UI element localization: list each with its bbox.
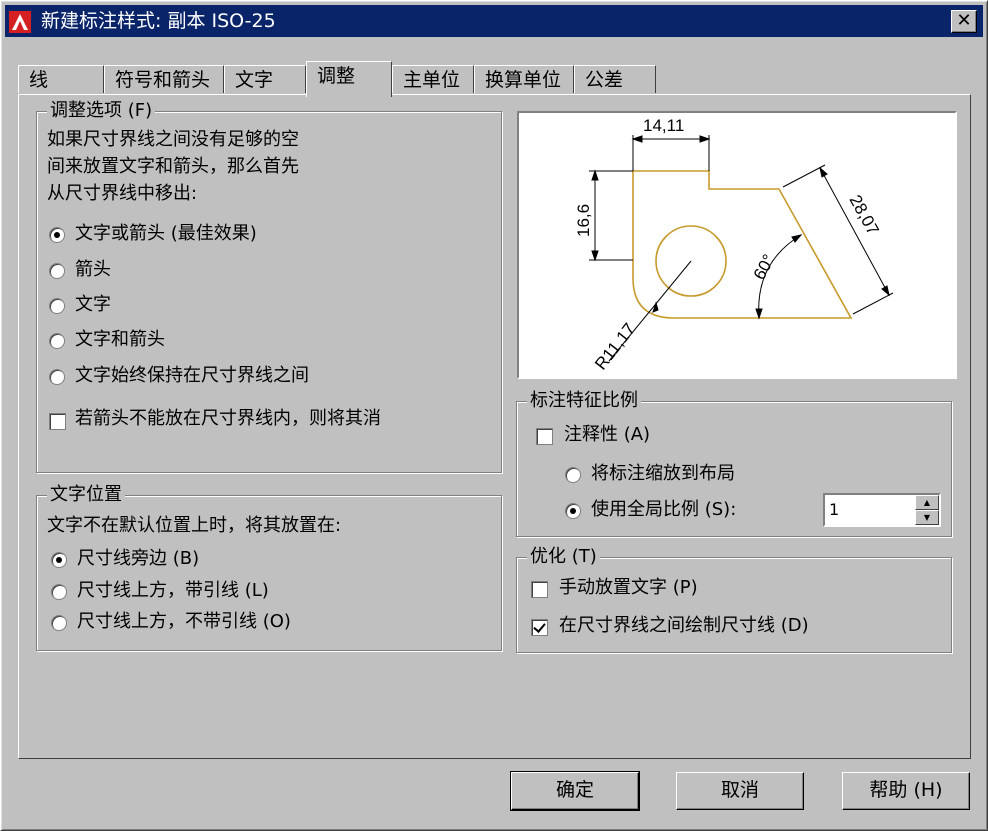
tab-symbols-arrows[interactable]: 符号和箭头 bbox=[104, 65, 224, 93]
scale-option-label[interactable]: 将标注缩放到布局 bbox=[591, 463, 735, 485]
dim-top-label: 14,11 bbox=[643, 116, 684, 135]
fit-radio-keep-text-between[interactable] bbox=[49, 369, 65, 385]
tab-tolerances[interactable]: 公差 bbox=[574, 65, 656, 93]
fit-option-label[interactable]: 箭头 bbox=[75, 259, 111, 281]
text-placement-option-label[interactable]: 尺寸线上方，带引线 (L) bbox=[77, 580, 269, 602]
text-placement-description: 文字不在默认位置上时，将其放置在: bbox=[47, 515, 342, 536]
global-scale-stepper[interactable]: 1 ▲ ▼ bbox=[823, 493, 941, 527]
window-title: 新建标注样式: 副本 ISO-25 bbox=[41, 10, 276, 32]
fine-tuning-legend: 优化 (T) bbox=[527, 546, 600, 568]
ok-button[interactable]: 确定 bbox=[510, 771, 640, 811]
draw-dim-line-checkbox[interactable] bbox=[531, 619, 548, 636]
fit-option-label[interactable]: 文字或箭头 (最佳效果) bbox=[75, 223, 257, 245]
suppress-arrows-label[interactable]: 若箭头不能放在尺寸界线内，则将其消 bbox=[75, 408, 381, 430]
global-scale-value[interactable]: 1 bbox=[829, 499, 839, 521]
manual-text-label[interactable]: 手动放置文字 (P) bbox=[559, 577, 698, 599]
tab-alternate-units[interactable]: 换算单位 bbox=[474, 65, 574, 93]
cancel-button[interactable]: 取消 bbox=[676, 772, 804, 810]
dialog-window: 新建标注样式: 副本 ISO-25 ✕ 线 符号和箭头 文字 调整 主单位 换算… bbox=[0, 0, 988, 831]
fit-options-legend: 调整选项 (F) bbox=[47, 100, 156, 122]
scale-option-label[interactable]: 使用全局比例 (S): bbox=[591, 499, 736, 521]
preview-shape bbox=[632, 170, 853, 319]
text-placement-radio-over-no-leader[interactable] bbox=[51, 615, 67, 631]
autocad-logo-icon bbox=[9, 11, 31, 33]
scale-legend: 标注特征比例 bbox=[527, 390, 641, 412]
scale-to-layout-radio[interactable] bbox=[565, 467, 581, 483]
fit-description-line-2: 间来放置文字和箭头，那么首先 bbox=[47, 156, 299, 177]
dim-left-label: 16,6 bbox=[574, 204, 593, 237]
fit-radio-text-and-arrows[interactable] bbox=[49, 333, 65, 349]
fine-tuning-group: 优化 (T) bbox=[516, 546, 952, 653]
suppress-arrows-checkbox[interactable] bbox=[49, 413, 66, 430]
fit-radio-text[interactable] bbox=[49, 298, 65, 314]
radius-label: R11,17 bbox=[591, 320, 639, 374]
text-placement-radio-beside[interactable] bbox=[51, 552, 67, 568]
preview-drawing: 14,11 16,6 28,07 60° R11,17 bbox=[574, 116, 894, 374]
annotative-checkbox[interactable] bbox=[536, 428, 553, 445]
tab-primary-units[interactable]: 主单位 bbox=[392, 65, 474, 93]
tab-text[interactable]: 文字 bbox=[224, 65, 306, 93]
fit-option-label[interactable]: 文字和箭头 bbox=[75, 329, 165, 351]
dimension-preview: 14,11 16,6 28,07 60° R11,17 bbox=[517, 111, 957, 379]
fit-radio-text-or-arrows[interactable] bbox=[49, 227, 65, 243]
fit-radio-arrows[interactable] bbox=[49, 263, 65, 279]
fit-description-line-1: 如果尺寸界线之间没有足够的空 bbox=[47, 129, 299, 150]
close-button[interactable]: ✕ bbox=[951, 10, 977, 33]
tab-fit[interactable]: 调整 bbox=[306, 61, 392, 97]
title-bar[interactable]: 新建标注样式: 副本 ISO-25 ✕ bbox=[5, 5, 983, 37]
fit-description-line-3: 从尺寸界线中移出: bbox=[47, 183, 198, 204]
fit-option-label[interactable]: 文字始终保持在尺寸界线之间 bbox=[75, 365, 309, 387]
annotative-label[interactable]: 注释性 (A) bbox=[564, 424, 650, 446]
help-button[interactable]: 帮助 (H) bbox=[842, 772, 970, 810]
text-placement-legend: 文字位置 bbox=[47, 484, 125, 506]
global-scale-radio[interactable] bbox=[565, 503, 581, 519]
manual-text-checkbox[interactable] bbox=[531, 581, 548, 598]
text-placement-option-label[interactable]: 尺寸线上方，不带引线 (O) bbox=[77, 611, 291, 633]
fit-option-label[interactable]: 文字 bbox=[75, 294, 111, 316]
angle-label: 60° bbox=[750, 251, 779, 283]
text-placement-radio-over-leader[interactable] bbox=[51, 584, 67, 600]
stepper-up-icon[interactable]: ▲ bbox=[915, 495, 939, 510]
text-placement-option-label[interactable]: 尺寸线旁边 (B) bbox=[77, 548, 199, 570]
dim-right-label: 28,07 bbox=[846, 192, 883, 238]
tab-lines[interactable]: 线 bbox=[18, 65, 104, 93]
stepper-down-icon[interactable]: ▼ bbox=[915, 510, 939, 525]
draw-dim-line-label[interactable]: 在尺寸界线之间绘制尺寸线 (D) bbox=[559, 615, 809, 637]
